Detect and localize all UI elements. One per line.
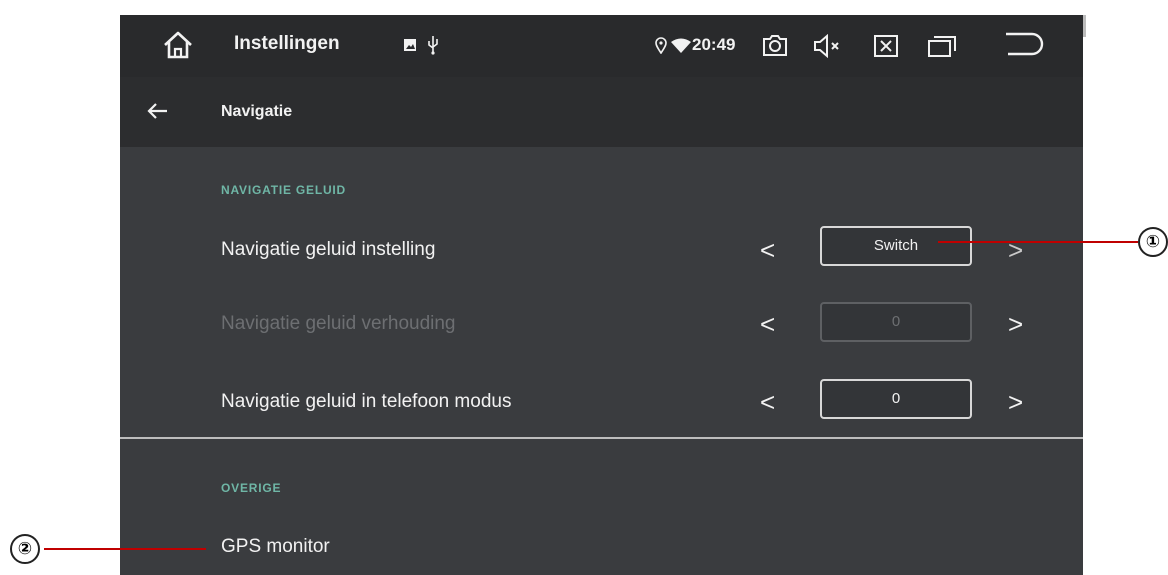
callout-marker-2: ②	[10, 534, 40, 564]
value-box[interactable]: Switch	[820, 226, 972, 266]
callout-marker-1: ①	[1138, 227, 1168, 257]
setting-label: Navigatie geluid instelling	[221, 239, 436, 260]
callout-line-1	[938, 241, 1138, 243]
back-arrow-icon[interactable]	[1004, 32, 1044, 58]
head-unit-screen: Instellingen 20:49 Navigatie NAVIGATIE G…	[120, 15, 1083, 575]
recent-apps-icon[interactable]	[928, 35, 956, 57]
location-icon	[654, 36, 668, 54]
status-bar-title: Instellingen	[234, 33, 340, 54]
section-header-overige: OVERIGE	[221, 481, 282, 495]
callout-line-2	[44, 548, 206, 550]
value-box[interactable]: 0	[820, 379, 972, 419]
home-icon[interactable]	[162, 30, 194, 60]
setting-label: Navigatie geluid in telefoon modus	[221, 391, 512, 412]
chevron-left-icon[interactable]: <	[760, 389, 775, 415]
close-box-icon[interactable]	[874, 35, 898, 57]
chevron-right-icon[interactable]: >	[1008, 311, 1023, 337]
app-toolbar: Navigatie	[120, 77, 1083, 147]
scrollbar-stub	[1083, 15, 1086, 37]
setting-label: Navigatie geluid verhouding	[221, 313, 456, 334]
volume-mute-icon[interactable]	[813, 34, 845, 58]
status-bar: Instellingen 20:49	[120, 15, 1083, 77]
section-header-navigatie-geluid: NAVIGATIE GELUID	[221, 183, 347, 197]
image-icon	[403, 38, 417, 52]
page-title: Navigatie	[221, 103, 293, 120]
usb-icon	[427, 35, 439, 55]
value-box: 0	[820, 302, 972, 342]
arrow-left-icon[interactable]	[146, 102, 168, 120]
section-divider	[120, 437, 1083, 439]
clock: 20:49	[692, 35, 736, 54]
chevron-left-icon[interactable]: <	[760, 237, 775, 263]
setting-row-gps-monitor[interactable]: GPS monitor	[221, 536, 330, 558]
chevron-left-icon[interactable]: <	[760, 311, 775, 337]
chevron-right-icon[interactable]: >	[1008, 389, 1023, 415]
wifi-icon	[671, 38, 691, 53]
camera-icon[interactable]	[762, 33, 788, 57]
